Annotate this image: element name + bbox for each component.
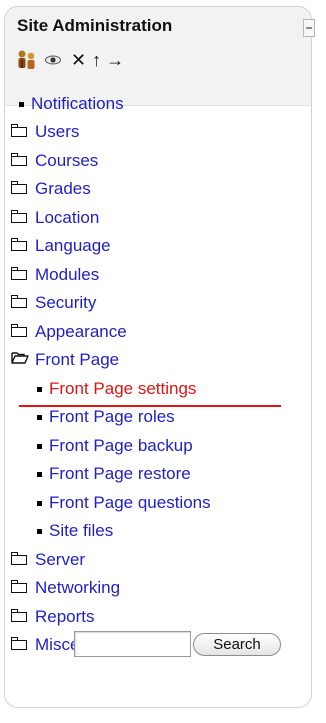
block-toolbar: ✕ ↑ → xyxy=(15,47,124,73)
search-button[interactable]: Search xyxy=(193,633,281,656)
menu-item-front-page-questions[interactable]: Front Page questions xyxy=(37,490,211,516)
menu-item-modules[interactable]: Modules xyxy=(10,262,99,288)
menu-item-site-files[interactable]: Site files xyxy=(37,518,113,544)
collapse-icon[interactable] xyxy=(303,19,315,37)
menu-item-front-page-backup[interactable]: Front Page backup xyxy=(37,433,193,459)
menu-item-label[interactable]: Location xyxy=(35,208,99,228)
menu-item-label[interactable]: Networking xyxy=(35,578,120,598)
arrow-up-icon[interactable]: ↑ xyxy=(92,51,101,69)
menu-item-label[interactable]: Notifications xyxy=(31,94,124,114)
menu-item-front-page-roles[interactable]: Front Page roles xyxy=(37,404,175,430)
menu-item-label[interactable]: Site files xyxy=(49,521,113,541)
folder-open-icon xyxy=(11,350,29,370)
menu-item-label[interactable]: Front Page restore xyxy=(49,464,191,484)
menu-item-label[interactable]: Front Page xyxy=(35,350,119,370)
menu-item-security[interactable]: Security xyxy=(10,290,96,316)
menu-item-label[interactable]: Modules xyxy=(35,265,99,285)
menu-item-notifications[interactable]: Notifications xyxy=(19,91,124,117)
folder-icon xyxy=(10,267,27,280)
menu-item-label[interactable]: Courses xyxy=(35,151,98,171)
folder-icon xyxy=(10,238,27,251)
menu-item-location[interactable]: Location xyxy=(10,205,99,231)
bullet-icon xyxy=(37,414,42,420)
folder-icon xyxy=(10,210,27,223)
menu-item-courses[interactable]: Courses xyxy=(10,148,98,174)
bullet-icon xyxy=(37,500,42,506)
menu-item-label[interactable]: Users xyxy=(35,122,79,142)
folder-icon xyxy=(10,153,27,166)
menu-item-language[interactable]: Language xyxy=(10,233,111,259)
menu-item-label[interactable]: Security xyxy=(35,293,96,313)
menu-item-label[interactable]: Front Page questions xyxy=(49,493,211,513)
menu-item-front-page[interactable]: Front Page xyxy=(11,347,119,373)
menu-item-label[interactable]: Appearance xyxy=(35,322,127,342)
menu-item-server[interactable]: Server xyxy=(10,547,85,573)
menu-item-appearance[interactable]: Appearance xyxy=(10,319,127,345)
bullet-icon xyxy=(19,101,24,107)
active-item-underline xyxy=(19,405,281,407)
menu-item-users[interactable]: Users xyxy=(10,119,79,145)
menu-item-label[interactable]: Front Page backup xyxy=(49,436,193,456)
menu-item-label[interactable]: Server xyxy=(35,550,85,570)
bullet-icon xyxy=(37,471,42,477)
block-title: Site Administration xyxy=(17,16,173,35)
site-administration-block: Site Administration ✕ ↑ → Notifications … xyxy=(4,6,315,708)
folder-icon xyxy=(10,552,27,565)
folder-icon xyxy=(10,580,27,593)
close-icon[interactable]: ✕ xyxy=(71,51,86,69)
menu-item-label[interactable]: Front Page roles xyxy=(49,407,175,427)
arrow-right-icon[interactable]: → xyxy=(106,51,124,69)
menu-item-label[interactable]: Grades xyxy=(35,179,91,199)
folder-icon xyxy=(10,637,27,650)
menu-item-front-page-restore[interactable]: Front Page restore xyxy=(37,461,191,487)
menu-item-networking[interactable]: Networking xyxy=(10,575,120,601)
menu-item-grades[interactable]: Grades xyxy=(10,176,91,202)
folder-icon xyxy=(10,295,27,308)
folder-icon xyxy=(10,181,27,194)
eye-icon[interactable] xyxy=(43,50,63,70)
search-input[interactable] xyxy=(74,631,191,657)
folder-icon xyxy=(10,124,27,137)
folder-icon xyxy=(10,324,27,337)
menu-item-label[interactable]: Language xyxy=(35,236,111,256)
bullet-icon xyxy=(37,386,42,392)
menu-item-label[interactable]: Reports xyxy=(35,607,95,627)
users-icon[interactable] xyxy=(15,48,39,72)
menu-item-label[interactable]: Front Page settings xyxy=(49,379,196,399)
menu-item-reports[interactable]: Reports xyxy=(10,604,95,630)
folder-icon xyxy=(10,609,27,622)
bullet-icon xyxy=(37,528,42,534)
bullet-icon xyxy=(37,443,42,449)
menu-item-front-page-settings[interactable]: Front Page settings xyxy=(37,376,196,402)
